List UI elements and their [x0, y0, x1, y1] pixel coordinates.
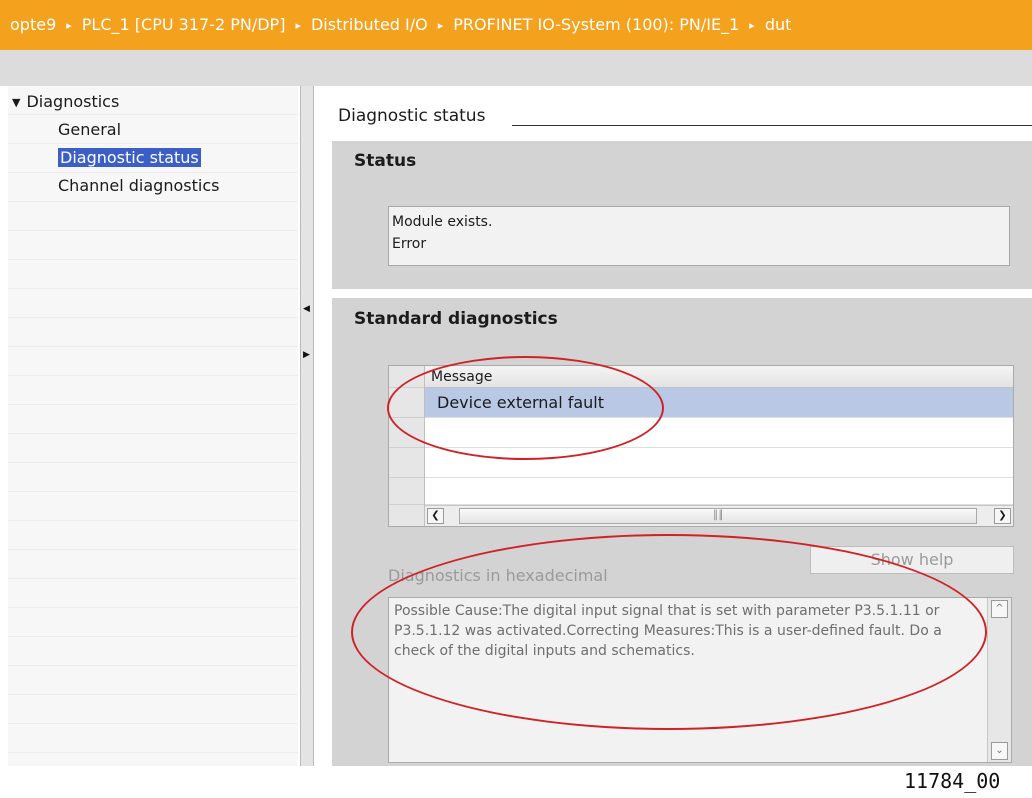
- breadcrumb-item[interactable]: PROFINET IO-System (100): PN/IE_1: [443, 0, 739, 50]
- annotation-ellipse: [387, 356, 664, 460]
- nav-item-label: Diagnostic status: [58, 148, 201, 167]
- nav-item-label: General: [58, 120, 122, 139]
- triangle-right-icon: ▸: [749, 19, 755, 32]
- scroll-right-icon[interactable]: ❯: [994, 508, 1011, 524]
- panel-splitter[interactable]: ◀ ▶: [300, 86, 314, 766]
- scroll-thumb[interactable]: ║║: [459, 508, 977, 524]
- scroll-down-icon[interactable]: ⌄: [991, 742, 1008, 760]
- toolbar-strip: [0, 50, 1032, 86]
- row-header-cell[interactable]: [389, 478, 424, 505]
- scroll-up-icon[interactable]: ^: [991, 600, 1008, 618]
- breadcrumb-item[interactable]: opte9: [0, 0, 56, 50]
- status-line: Module exists.: [392, 214, 493, 230]
- horizontal-scrollbar[interactable]: ❮ ║║ ❯: [425, 505, 1013, 526]
- nav-item-label: Channel diagnostics: [58, 176, 220, 195]
- annotation-ellipse: [351, 534, 987, 730]
- status-panel-title: Status: [354, 151, 417, 171]
- nav-item-general[interactable]: General: [58, 118, 121, 142]
- figure-id: 11784_00: [904, 769, 1001, 793]
- nav-item-diagnostic-status[interactable]: Diagnostic status: [58, 146, 201, 170]
- section-heading: Diagnostic status: [338, 106, 486, 126]
- status-line: Error: [392, 236, 427, 252]
- nav-root-label: Diagnostics: [26, 92, 120, 111]
- nav-tree: ▼ Diagnostics General Diagnostic status C…: [8, 86, 298, 766]
- status-panel: Status Module exists. Error: [332, 141, 1032, 289]
- triangle-down-icon[interactable]: ▼: [12, 96, 20, 109]
- breadcrumb: opte9 ▸ PLC_1 [CPU 317-2 PN/DP] ▸ Distribute…: [0, 0, 1032, 50]
- collapse-left-icon[interactable]: ◀: [303, 302, 311, 316]
- breadcrumb-item[interactable]: dut: [755, 0, 792, 50]
- expand-right-icon[interactable]: ▶: [303, 348, 311, 362]
- triangle-right-icon: ▸: [437, 19, 444, 32]
- scroll-left-icon[interactable]: ❮: [427, 508, 444, 524]
- nav-root-diagnostics[interactable]: ▼ Diagnostics: [12, 90, 119, 114]
- breadcrumb-item[interactable]: Distributed I/O: [301, 0, 428, 50]
- vertical-scrollbar[interactable]: ^ ⌄: [987, 598, 1011, 762]
- breadcrumb-item[interactable]: PLC_1 [CPU 317-2 PN/DP]: [72, 0, 286, 50]
- triangle-right-icon: ▸: [295, 19, 301, 32]
- row-header-cell[interactable]: [389, 448, 424, 478]
- standard-diagnostics-title: Standard diagnostics: [354, 309, 558, 329]
- nav-item-channel-diagnostics[interactable]: Channel diagnostics: [58, 174, 219, 198]
- triangle-right-icon: ▸: [66, 19, 72, 32]
- heading-rule: [512, 125, 1032, 126]
- table-row[interactable]: [425, 478, 1013, 505]
- status-box: Module exists. Error: [388, 206, 1010, 266]
